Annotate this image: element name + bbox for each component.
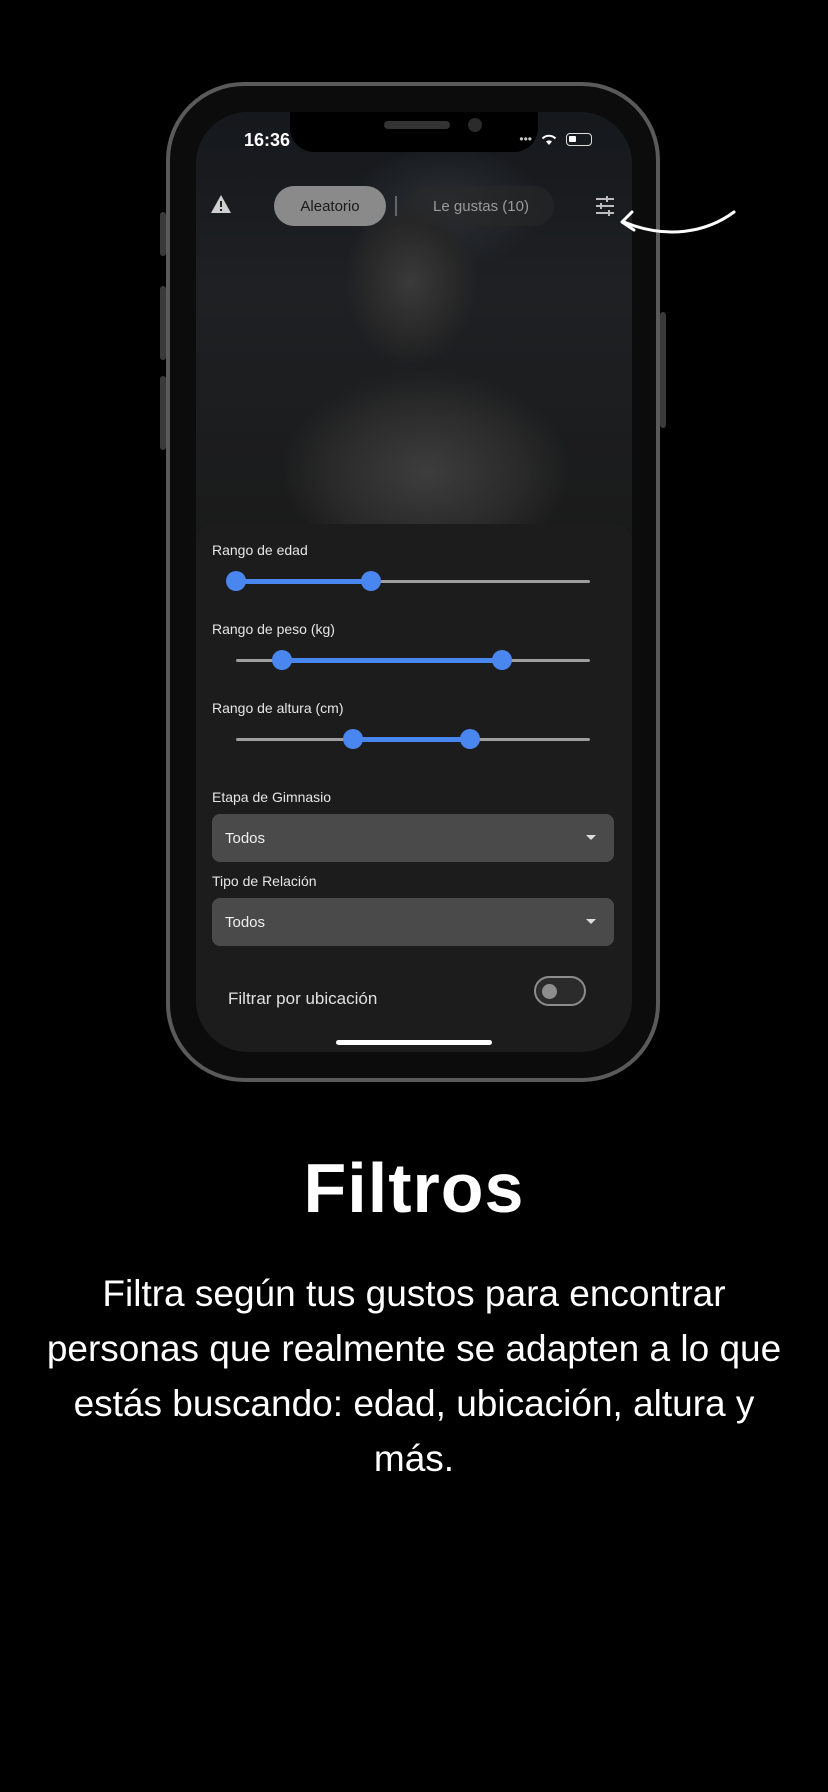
phone-side-button bbox=[160, 212, 166, 256]
status-indicators: ••• bbox=[519, 132, 592, 146]
location-filter-toggle[interactable] bbox=[534, 976, 586, 1006]
tab-divider bbox=[395, 196, 397, 216]
gym-stage-label: Etapa de Gimnasio bbox=[212, 789, 332, 805]
age-range-fill bbox=[236, 579, 371, 584]
phone-volume-up bbox=[160, 286, 166, 360]
weight-range-label: Rango de peso (kg) bbox=[212, 621, 335, 637]
speaker bbox=[384, 121, 450, 129]
height-range-label: Rango de altura (cm) bbox=[212, 700, 344, 716]
weight-range-fill bbox=[282, 658, 502, 663]
relation-type-value: Todos bbox=[225, 913, 266, 931]
signal-icon: ••• bbox=[519, 132, 532, 146]
age-range-slider[interactable] bbox=[226, 571, 590, 591]
tab-likes-you[interactable]: Le gustas (10) bbox=[408, 186, 554, 226]
front-camera bbox=[468, 118, 482, 132]
age-min-thumb[interactable] bbox=[226, 571, 246, 591]
relation-type-label: Tipo de Relación bbox=[212, 873, 317, 889]
pointer-arrow-icon bbox=[620, 210, 736, 234]
dropdown-arrow-icon bbox=[586, 919, 596, 924]
profile-photo bbox=[196, 112, 632, 552]
height-range-slider[interactable] bbox=[236, 729, 590, 749]
filters-sheet: Rango de edad Rango de peso (kg) Rango d… bbox=[196, 524, 632, 1052]
age-max-thumb[interactable] bbox=[360, 571, 381, 591]
height-min-thumb[interactable] bbox=[342, 729, 363, 749]
wifi-icon bbox=[541, 134, 557, 145]
relation-type-select[interactable]: Todos bbox=[212, 898, 614, 946]
age-range-label: Rango de edad bbox=[212, 542, 308, 558]
status-time: 16:36 bbox=[244, 130, 291, 150]
height-max-thumb[interactable] bbox=[459, 729, 480, 749]
gym-stage-select[interactable]: Todos bbox=[212, 814, 614, 862]
height-range-fill bbox=[352, 737, 470, 742]
dropdown-arrow-icon bbox=[586, 835, 596, 840]
phone-volume-down bbox=[160, 376, 166, 450]
app-screen: 16:36 ••• Aleatorio Le gustas (10) Rango… bbox=[196, 112, 632, 1052]
weight-range-slider[interactable] bbox=[236, 650, 590, 670]
warning-icon[interactable] bbox=[210, 194, 232, 214]
toggle-knob bbox=[542, 984, 557, 999]
home-indicator bbox=[336, 1040, 492, 1045]
weight-max-thumb[interactable] bbox=[491, 650, 512, 670]
phone-power-button bbox=[660, 312, 666, 428]
notch bbox=[290, 112, 538, 152]
page-description: Filtra según tus gustos para encontrar p… bbox=[46, 1273, 782, 1479]
top-bar: Aleatorio Le gustas (10) bbox=[196, 186, 632, 226]
weight-min-thumb[interactable] bbox=[272, 650, 293, 670]
page-title: Filtros bbox=[303, 1149, 525, 1227]
location-filter-label: Filtrar por ubicación bbox=[228, 989, 378, 1008]
battery-icon bbox=[566, 132, 592, 146]
gym-stage-value: Todos bbox=[225, 829, 266, 847]
tab-random[interactable]: Aleatorio bbox=[274, 186, 386, 226]
